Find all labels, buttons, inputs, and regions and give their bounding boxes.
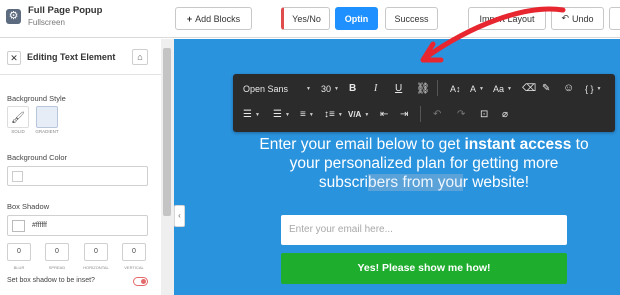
annotation-arrow-icon — [420, 6, 566, 63]
